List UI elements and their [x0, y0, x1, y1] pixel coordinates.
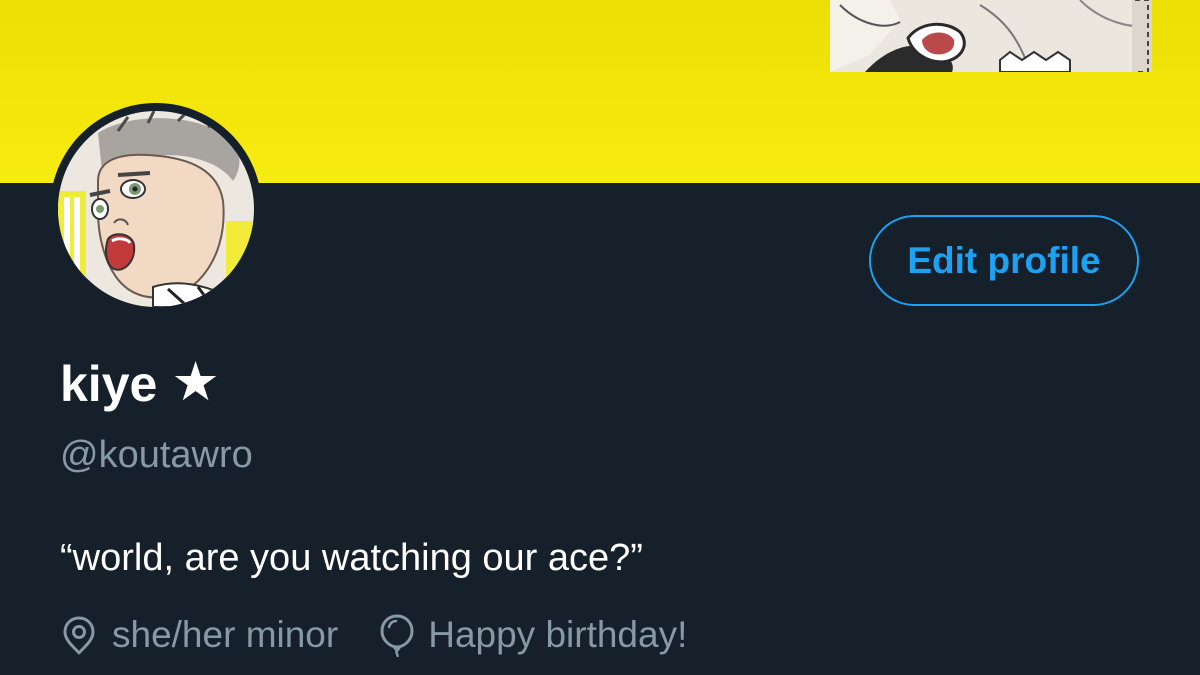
- location-pin-icon: [60, 615, 98, 655]
- profile-location: she/her minor: [60, 614, 338, 656]
- profile-birthday: Happy birthday!: [378, 613, 687, 657]
- balloon-icon: [378, 613, 416, 657]
- star-badge: ★: [171, 350, 220, 413]
- display-name-text: kiye: [60, 356, 158, 412]
- edit-profile-button[interactable]: Edit profile: [869, 215, 1139, 306]
- profile-meta: she/her minor Happy birthday!: [60, 610, 687, 660]
- banner-artwork-image: [830, 0, 1152, 72]
- profile-handle: @koutawro: [60, 434, 253, 476]
- location-text: she/her minor: [112, 614, 339, 655]
- birthday-text: Happy birthday!: [428, 614, 688, 655]
- avatar-image: [58, 111, 254, 307]
- profile-avatar[interactable]: [50, 103, 262, 315]
- profile-bio: “world, are you watching our ace?”: [60, 537, 643, 579]
- profile-display-name: kiye ★: [60, 352, 220, 416]
